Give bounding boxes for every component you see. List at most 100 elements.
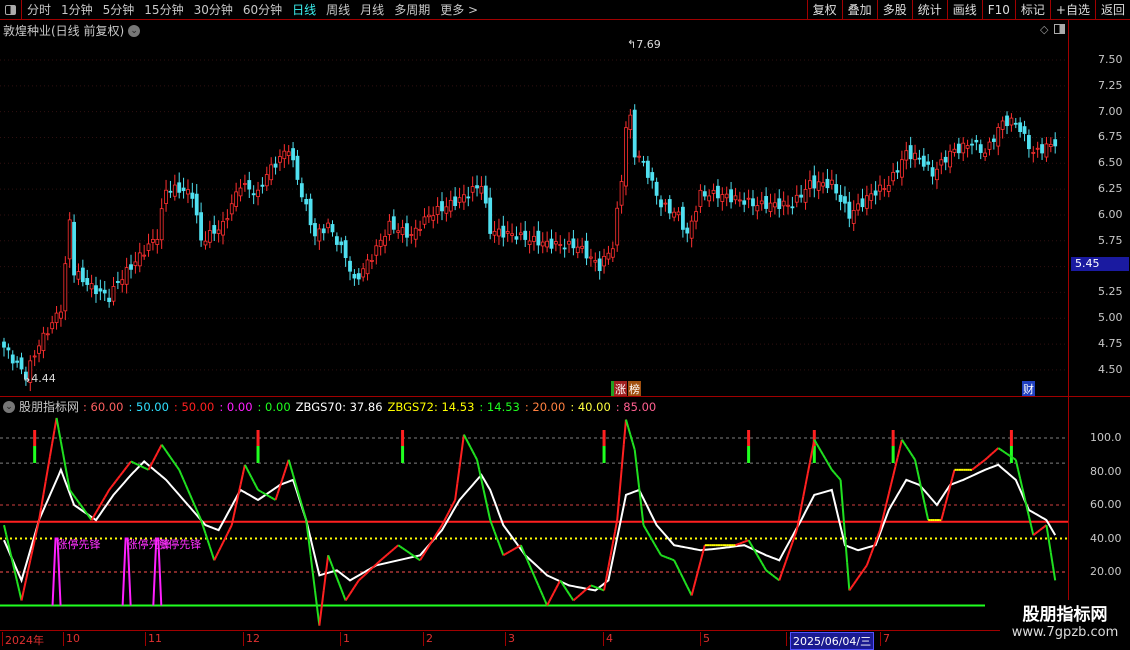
oscillator-segment: [592, 585, 596, 589]
finance-tag[interactable]: 财: [1022, 381, 1035, 397]
oscillator-segment: [559, 579, 564, 585]
oscillator-segment: [822, 454, 827, 460]
candle-body: [650, 172, 655, 181]
oscillator-segment: [646, 532, 651, 537]
oscillator-segment: [870, 547, 875, 554]
indicator-name[interactable]: 股朋指标网: [19, 398, 79, 415]
candle-body: [475, 185, 479, 189]
oscillator-segment: [160, 444, 165, 449]
time-tick: 10: [63, 632, 80, 646]
oscillator-segment: [622, 419, 627, 445]
limit-up-tag[interactable]: 涨: [611, 381, 627, 397]
oscillator-segment: [868, 553, 873, 560]
candle-body: [799, 194, 804, 198]
candle-body: [186, 189, 190, 195]
time-tick: 2024年: [2, 632, 44, 647]
oscillator-segment: [1030, 525, 1035, 536]
oscillator-segment: [1039, 527, 1043, 531]
oscillator-segment: [522, 549, 527, 556]
time-axis: 2024年1011121234567 2025/06/04/三: [0, 630, 1130, 650]
oscillator-segment: [669, 557, 673, 561]
candle-body: [492, 230, 497, 236]
oscillator-segment: [839, 479, 844, 508]
oscillator-segment: [264, 492, 268, 496]
oscillator-segment: [673, 559, 678, 566]
oscillator-segment: [355, 579, 360, 585]
oscillator-segment: [119, 472, 124, 477]
candle-body: [768, 202, 773, 212]
indicator-value: : 0.00: [257, 399, 291, 414]
candle-body: [137, 252, 142, 267]
ranking-tag[interactable]: 榜: [628, 381, 641, 397]
candle-body: [440, 201, 444, 212]
candle-body: [409, 234, 414, 236]
oscillator-segment: [765, 569, 769, 573]
oscillator-segment: [274, 492, 279, 501]
candle-body: [133, 261, 138, 266]
candle-body: [221, 220, 225, 236]
oscillator-segment: [999, 448, 1004, 452]
candle-body: [970, 143, 974, 146]
current-price-badge: 5.45: [1071, 257, 1129, 271]
oscillator-segment: [677, 568, 682, 574]
oscillator-segment: [287, 459, 292, 468]
limitup-label: 涨停先锋: [157, 538, 202, 551]
oscillator-segment: [75, 498, 80, 503]
chart-canvas[interactable]: [0, 0, 1130, 650]
oscillator-segment: [340, 588, 345, 596]
oscillator-segment: [905, 445, 910, 451]
candle-body: [299, 183, 304, 198]
candle-body: [111, 286, 116, 302]
indicator-tick: 60.00: [1090, 498, 1122, 511]
oscillator-segment: [872, 541, 877, 549]
oscillator-segment: [13, 571, 19, 582]
oscillator-segment: [430, 538, 435, 544]
candle-body: [234, 191, 239, 207]
oscillator-segment: [660, 554, 664, 558]
oscillator-segment: [465, 438, 470, 444]
oscillator-segment: [484, 499, 489, 511]
oscillator-segment: [46, 456, 51, 470]
oscillator-segment: [95, 508, 100, 514]
oscillator-segment: [230, 514, 235, 526]
candle-body: [256, 189, 260, 198]
oscillator-segment: [1045, 524, 1050, 540]
oscillator-segment: [20, 590, 25, 601]
candle-body: [1035, 147, 1040, 150]
oscillator-segment: [397, 544, 401, 548]
candle-body: [790, 206, 795, 209]
oscillator-segment: [193, 504, 198, 511]
signal-bar-red: [891, 430, 895, 446]
oscillator-segment: [114, 477, 119, 482]
candle-body: [956, 143, 961, 154]
oscillator-segment: [898, 439, 903, 449]
candle-body: [935, 168, 939, 181]
oscillator-segment: [27, 560, 32, 571]
oscillator-segment: [951, 469, 956, 479]
oscillator-segment: [163, 447, 167, 452]
oscillator-segment: [684, 581, 689, 588]
candle-body: [54, 312, 59, 324]
candle-body: [146, 243, 151, 251]
candle-body: [448, 199, 453, 212]
oscillator-segment: [537, 585, 542, 591]
candle-body: [291, 148, 295, 161]
indicator-value: ZBGS70: 37.86: [295, 399, 383, 414]
oscillator-segment: [244, 464, 248, 470]
candle-body: [50, 322, 55, 330]
oscillator-segment: [1002, 450, 1006, 454]
oscillator-segment: [581, 590, 586, 594]
candle-body: [654, 181, 659, 196]
oscillator-segment: [817, 446, 822, 452]
candle-body: [151, 238, 155, 243]
oscillator-segment: [743, 540, 747, 543]
oscillator-segment: [780, 567, 785, 575]
oscillator-segment: [1006, 453, 1010, 457]
oscillator-segment: [778, 573, 783, 581]
candle-body: [190, 192, 195, 199]
oscillator-segment: [408, 551, 412, 556]
candle-body: [856, 203, 860, 211]
oscillator-segment: [362, 573, 367, 578]
chevron-down-icon[interactable]: ⌄: [3, 400, 15, 413]
candle-body: [457, 197, 462, 203]
